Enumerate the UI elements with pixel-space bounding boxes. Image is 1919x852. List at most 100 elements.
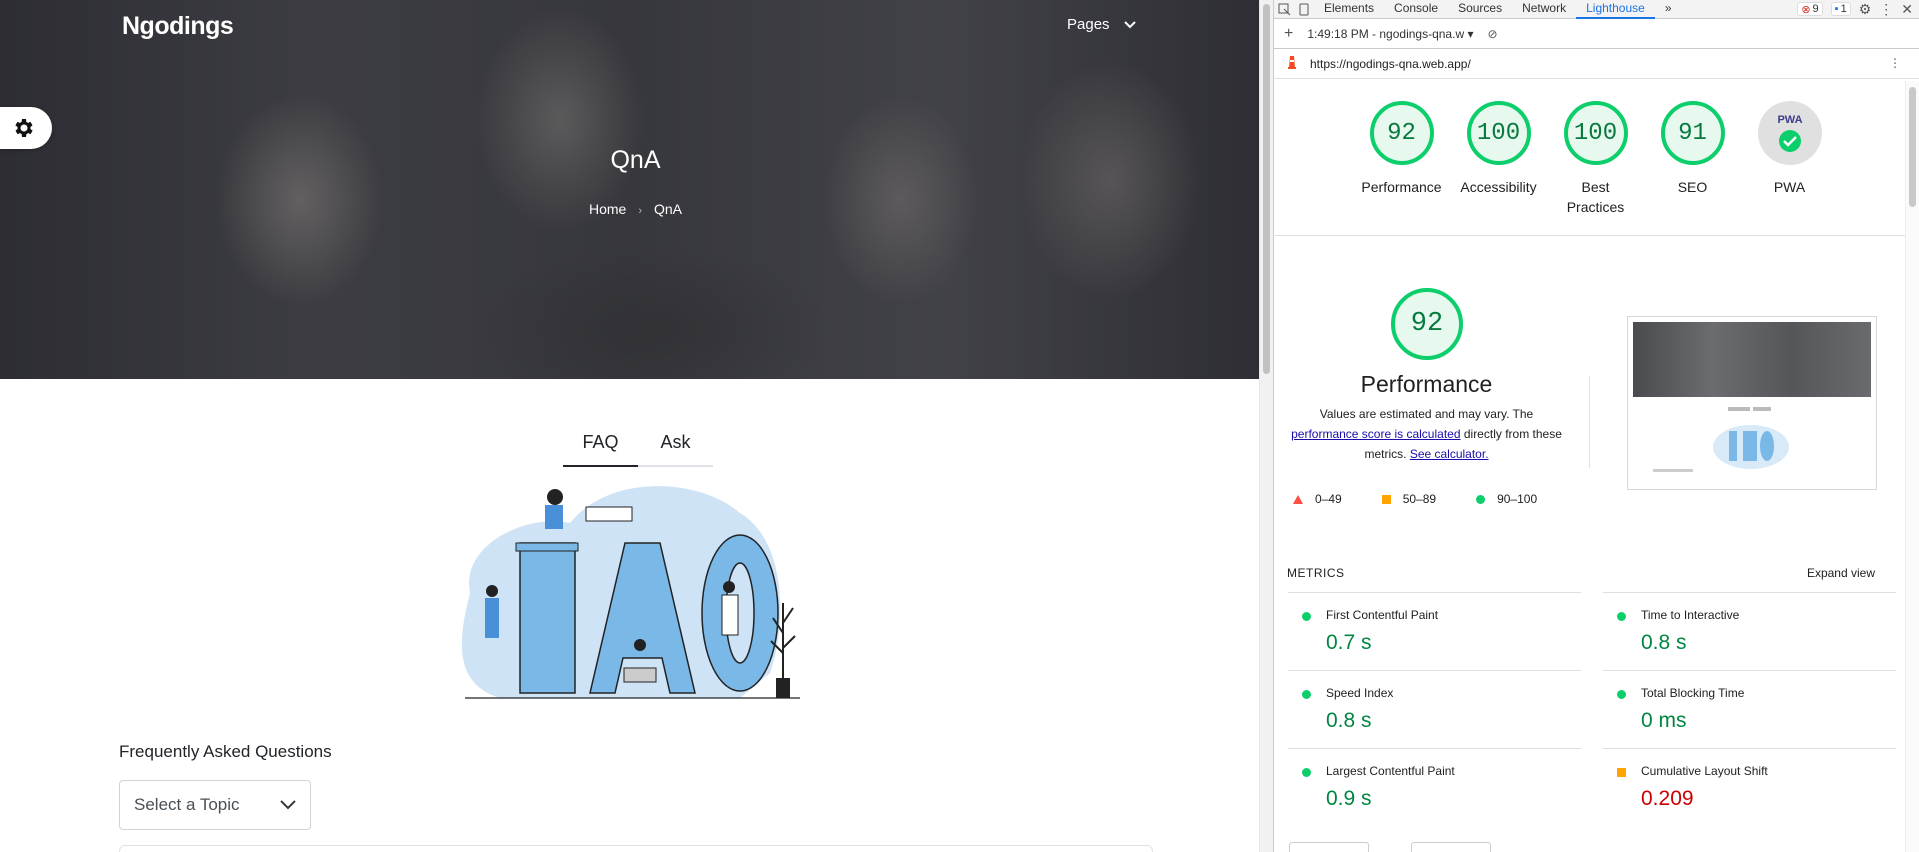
breadcrumb-home[interactable]: Home [589, 201, 626, 217]
tab-lighthouse[interactable]: Lighthouse [1576, 0, 1655, 19]
devtools-scrollbar[interactable] [1905, 81, 1919, 852]
gauge-seo[interactable]: 91 SEO [1644, 101, 1741, 235]
metric-tbt: Total Blocking Time 0 ms [1603, 670, 1896, 748]
report-url[interactable]: https://ngodings-qna.web.app/ [1310, 57, 1471, 71]
gauge-label: Performance [1361, 179, 1442, 195]
average-square-icon [1617, 768, 1626, 777]
tab-network[interactable]: Network [1512, 0, 1576, 19]
faq-illustration [461, 486, 800, 699]
faq-accordion-card[interactable] [119, 845, 1153, 852]
performance-title: Performance [1360, 371, 1493, 397]
more-tabs-icon[interactable]: » [1655, 0, 1682, 19]
pass-dot-icon [1302, 612, 1311, 621]
legend-average: 50–89 [1381, 492, 1437, 506]
score-legend: 0–49 50–89 90–100 [1293, 492, 1577, 506]
device-toolbar-icon[interactable] [1294, 0, 1314, 19]
report-selector[interactable]: 1:49:18 PM - ngodings-qna.w ▾ [1307, 27, 1473, 41]
tab-faq[interactable]: FAQ [563, 424, 638, 467]
metric-value: 0.8 s [1641, 631, 1687, 654]
pwa-badge-icon: PWA [1757, 101, 1822, 165]
lighthouse-toolbar: + 1:49:18 PM - ngodings-qna.w ▾ ⊘ [1274, 19, 1919, 49]
metric-name: Cumulative Layout Shift [1641, 764, 1768, 778]
chevron-down-icon [1123, 20, 1136, 28]
score-calculated-link[interactable]: performance score is calculated [1291, 427, 1460, 441]
page-title: QnA [610, 146, 661, 174]
add-report-icon[interactable]: + [1284, 25, 1293, 43]
perf-desc-text: Values are estimated and may vary. The [1319, 407, 1534, 421]
see-calculator-link[interactable]: See calculator. [1410, 447, 1489, 461]
metric-value: 0 ms [1641, 709, 1687, 732]
page-scrollbar[interactable] [1259, 0, 1273, 852]
tab-sources[interactable]: Sources [1448, 0, 1512, 19]
page-scrollbar-thumb[interactable] [1263, 4, 1270, 374]
kebab-menu-icon[interactable]: ⋮ [1879, 1, 1893, 18]
gauge-score: 100 [1466, 101, 1531, 165]
website-viewport: Ngodings Pages QnA Home › QnA FAQ Ask Freq… [0, 0, 1259, 852]
view-button[interactable] [1289, 842, 1369, 852]
thumbnail-hero [1633, 322, 1871, 397]
metric-cls: Cumulative Layout Shift 0.209 [1603, 748, 1896, 826]
metric-value: 0.8 s [1326, 709, 1372, 732]
error-icon: ⊗ [1801, 3, 1811, 16]
error-count: 9 [1812, 3, 1819, 15]
devtools-tabbar: Elements Console Sources Network Lightho… [1274, 0, 1919, 19]
report-menu-icon[interactable]: ⋮ [1889, 56, 1901, 70]
metric-name: Largest Contentful Paint [1326, 764, 1455, 778]
message-icon: ▪ [1834, 3, 1839, 15]
gear-icon[interactable]: ⚙ [1859, 1, 1872, 18]
metric-view-buttons [1289, 842, 1491, 852]
view-button[interactable] [1411, 842, 1491, 852]
inspect-element-icon[interactable] [1274, 0, 1294, 19]
gauge-label: Accessibility [1460, 179, 1537, 195]
topic-select[interactable]: Select a Topic [119, 780, 311, 830]
message-count-badge[interactable]: ▪ 1 [1830, 2, 1851, 16]
gauge-score: 100 [1563, 101, 1628, 165]
pwa-badge-text: PWA [1777, 114, 1802, 126]
metric-name: Time to Interactive [1641, 608, 1740, 622]
tab-elements[interactable]: Elements [1314, 0, 1384, 19]
gauge-performance[interactable]: 92 Performance [1353, 101, 1450, 235]
devtools-scrollbar-thumb[interactable] [1909, 87, 1916, 207]
performance-score-gauge: 92 [1391, 288, 1463, 360]
pass-dot-icon [1302, 768, 1311, 777]
nav-pages-menu[interactable]: Pages [1067, 16, 1136, 33]
circle-icon [1476, 494, 1486, 504]
final-screenshot-thumbnail[interactable] [1627, 316, 1877, 490]
tab-console[interactable]: Console [1384, 0, 1448, 19]
gauge-label: Best Practices [1566, 179, 1625, 215]
legend-average-label: 50–89 [1402, 492, 1437, 506]
gauge-pwa[interactable]: PWA PWA [1741, 101, 1838, 235]
report-url-bar: https://ngodings-qna.web.app/ ⋮ [1274, 49, 1919, 79]
metric-value: 0.9 s [1326, 787, 1372, 810]
breadcrumb-separator-icon: › [638, 205, 642, 217]
brand-logo[interactable]: Ngodings [122, 12, 234, 41]
score-gauges: 92 Performance 100 Accessibility 100 Bes… [1275, 81, 1905, 236]
gauge-score: 92 [1369, 101, 1434, 165]
metrics-header: METRICS Expand view [1287, 566, 1897, 580]
close-icon[interactable]: ✕ [1901, 1, 1913, 18]
gauge-accessibility[interactable]: 100 Accessibility [1450, 101, 1547, 235]
gauge-best-practices[interactable]: 100 Best Practices [1547, 101, 1644, 235]
lighthouse-report: 92 Performance 100 Accessibility 100 Bes… [1275, 81, 1905, 852]
settings-toggle-button[interactable] [0, 107, 52, 149]
devtools-panel: Elements Console Sources Network Lightho… [1273, 0, 1919, 852]
breadcrumb: Home › QnA [0, 201, 1259, 217]
performance-description: Values are estimated and may vary. The p… [1285, 404, 1568, 464]
square-icon [1381, 494, 1391, 504]
tab-ask[interactable]: Ask [638, 424, 713, 467]
message-count: 1 [1840, 3, 1847, 15]
metric-fcp: First Contentful Paint 0.7 s [1288, 592, 1581, 670]
nav-pages-label: Pages [1067, 16, 1110, 33]
qna-tabs: FAQ Ask [563, 424, 713, 467]
hero-banner [0, 0, 1259, 379]
metrics-title: METRICS [1287, 566, 1345, 580]
lighthouse-logo-icon [1286, 55, 1298, 73]
thumbnail-faq-art [1653, 407, 1789, 472]
error-count-badge[interactable]: ⊗ 9 [1797, 2, 1823, 16]
topic-select-value: Select a Topic [134, 795, 240, 814]
expand-view-toggle[interactable]: Expand view [1807, 566, 1875, 580]
metric-tti: Time to Interactive 0.8 s [1603, 592, 1896, 670]
metric-value: 0.209 [1641, 787, 1694, 810]
clear-reports-icon[interactable]: ⊘ [1487, 27, 1497, 41]
metric-name: Total Blocking Time [1641, 686, 1745, 700]
